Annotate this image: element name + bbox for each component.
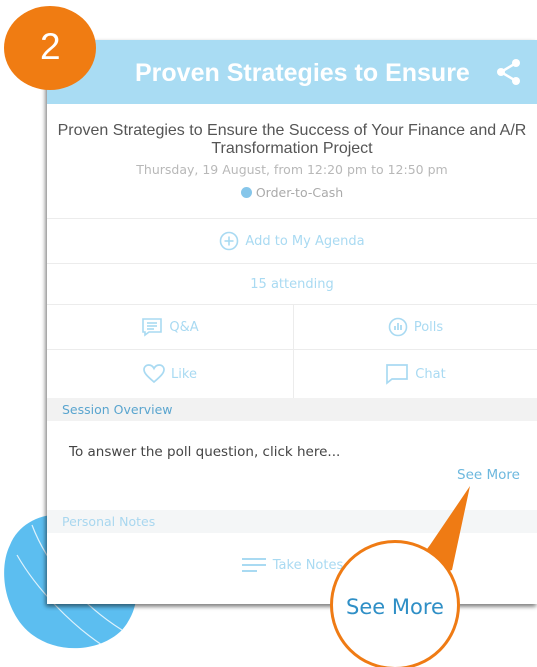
session-track: Order-to-Cash [47, 185, 537, 200]
share-icon[interactable] [494, 57, 524, 87]
callout-magnifier: See More [330, 540, 460, 667]
take-notes-button[interactable]: Take Notes [47, 540, 537, 590]
personal-notes-header: Personal Notes [47, 510, 537, 533]
overview-text: To answer the poll question, click here.… [69, 444, 341, 460]
see-more-link[interactable]: See More [457, 467, 520, 483]
app-bar-title: Proven Strategies to Ensure t... [135, 59, 475, 87]
qa-label: Q&A [169, 319, 199, 335]
session-time: Thursday, 19 August, from 12:20 pm to 12… [136, 162, 448, 177]
session-title: Proven Strategies to Ensure the Success … [57, 122, 527, 157]
add-circle-icon [220, 231, 239, 251]
track-label: Order-to-Cash [255, 185, 344, 200]
notes-lines-icon [241, 558, 266, 572]
chat-label: Chat [415, 366, 446, 382]
chat-button[interactable]: Chat [294, 350, 537, 398]
add-to-agenda-button[interactable]: Add to My Agenda [47, 219, 537, 263]
add-to-agenda-label: Add to My Agenda [245, 233, 365, 249]
attending-label: 15 attending [250, 276, 334, 292]
app-bar: Proven Strategies to Ensure t... [47, 40, 537, 104]
app-screen: Proven Strategies to Ensure t... Proven … [47, 40, 537, 604]
polls-label: Polls [413, 319, 444, 335]
session-overview-header: Session Overview [47, 398, 537, 421]
like-button[interactable]: Like [47, 350, 293, 398]
step-number: 2 [40, 26, 61, 67]
polls-button[interactable]: Polls [294, 305, 537, 349]
qa-button[interactable]: Q&A [47, 305, 293, 349]
callout-see-more-label: See More [346, 595, 444, 619]
heart-icon [143, 364, 165, 384]
take-notes-label: Take Notes [272, 557, 344, 573]
like-label: Like [171, 366, 197, 382]
polls-icon [388, 317, 408, 337]
step-number-badge: 2 [4, 6, 96, 90]
chat-icon [386, 364, 409, 385]
attending-link[interactable]: 15 attending [47, 264, 537, 304]
qa-icon [142, 318, 163, 337]
track-dot-icon [240, 187, 252, 198]
